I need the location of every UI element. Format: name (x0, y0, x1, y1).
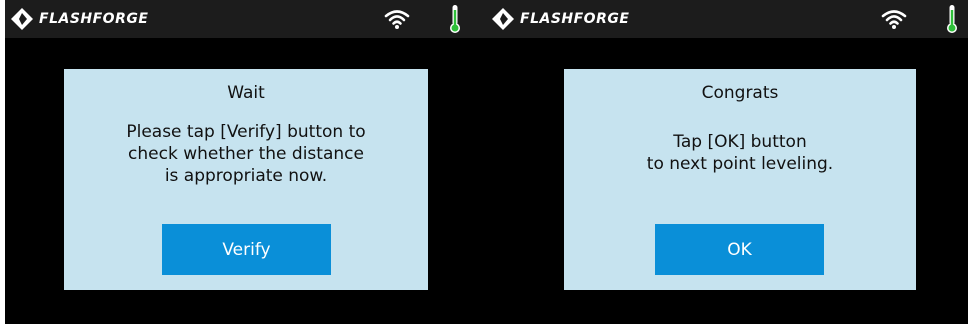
dialog-message: Please tap [Verify] button to check whet… (64, 121, 428, 187)
brand-name: FLASHFORGE (39, 11, 149, 27)
printer-screen-left: FLASHFORGE Wait Please tap [Verify] butt… (5, 0, 487, 324)
congrats-dialog: Congrats Tap [OK] button to next point l… (564, 69, 916, 290)
wait-dialog: Wait Please tap [Verify] button to check… (64, 69, 428, 290)
message-line: to next point leveling. (646, 154, 834, 174)
thermometer-icon (450, 5, 460, 33)
verify-button[interactable]: Verify (162, 224, 331, 275)
wifi-icon (384, 10, 410, 29)
flashforge-logo-icon (492, 8, 514, 30)
wifi-icon (881, 10, 907, 29)
thermometer-icon (947, 5, 957, 33)
ok-button[interactable]: OK (655, 224, 824, 275)
message-line: Tap [OK] button (673, 132, 807, 152)
status-bar: FLASHFORGE (5, 0, 487, 38)
flashforge-logo-icon (11, 8, 33, 30)
dialog-message: Tap [OK] button to next point leveling. (564, 131, 916, 175)
brand-name: FLASHFORGE (520, 11, 630, 27)
message-line: Please tap [Verify] button to (126, 122, 366, 142)
printer-screen-right: FLASHFORGE Congrats Tap [OK] button to n… (486, 0, 968, 324)
message-line: check whether the distance (128, 144, 364, 164)
message-line: is appropriate now. (164, 166, 328, 186)
dialog-title: Wait (227, 83, 265, 103)
dialog-title: Congrats (701, 83, 779, 103)
status-bar: FLASHFORGE (486, 0, 968, 38)
